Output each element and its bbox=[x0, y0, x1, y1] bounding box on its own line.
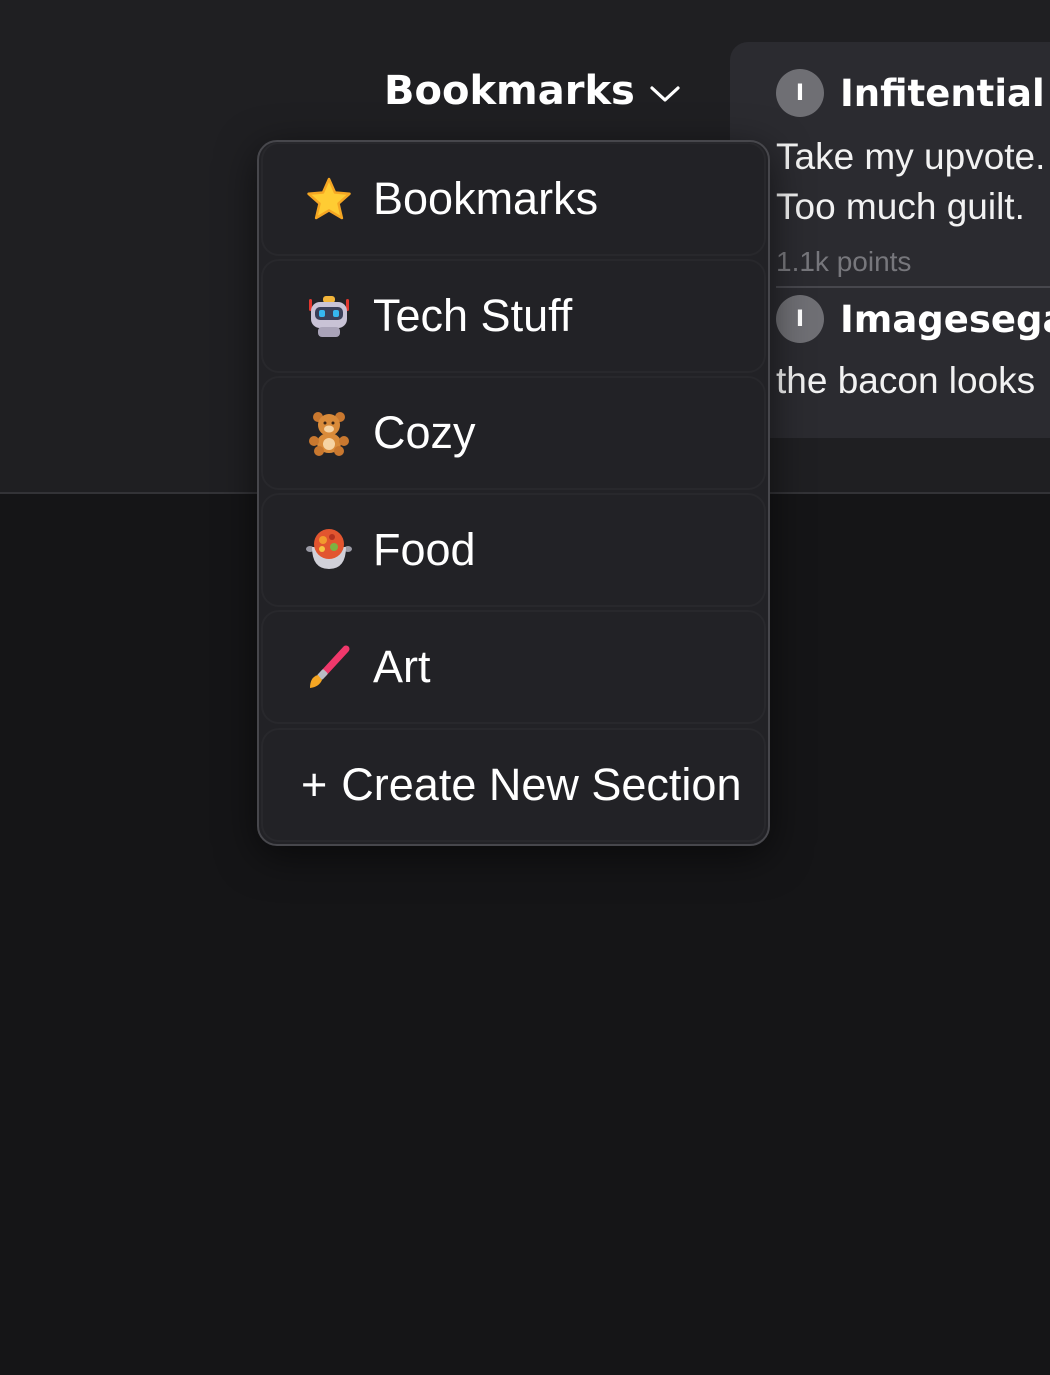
robot-icon bbox=[305, 292, 353, 340]
bookmarks-dropdown-menu: Bookmarks Tech Stuff Cozy Food Art + Cre… bbox=[257, 140, 770, 846]
menu-item-label: Art bbox=[373, 641, 431, 692]
comment-text-line: Too much guilt. bbox=[776, 186, 1025, 227]
chevron-down-icon bbox=[649, 68, 681, 114]
comment-points: 1.1k points bbox=[776, 246, 912, 277]
comments-card: I Infitential Take my upvote. Too much g… bbox=[730, 42, 1050, 438]
comment-text-line: Take my upvote. bbox=[776, 136, 1046, 177]
create-new-section-button[interactable]: + Create New Section bbox=[261, 728, 766, 842]
comment-text: Take my upvote. Too much guilt. bbox=[776, 132, 1050, 232]
comment: I Imagesegarden the bacon looks bbox=[776, 294, 1050, 406]
comment-username[interactable]: Infitential bbox=[840, 72, 1045, 115]
star-icon bbox=[305, 175, 353, 223]
stew-pot-icon bbox=[305, 526, 353, 574]
menu-item-label: Cozy bbox=[373, 407, 476, 458]
plus-icon: + bbox=[301, 759, 328, 810]
teddy-bear-icon bbox=[305, 409, 353, 457]
comment-header: I Infitential bbox=[776, 68, 1050, 118]
menu-item-label: Tech Stuff bbox=[373, 290, 573, 341]
menu-item-cozy[interactable]: Cozy bbox=[261, 376, 766, 490]
section-selector-label: Bookmarks bbox=[384, 68, 635, 114]
menu-item-tech-stuff[interactable]: Tech Stuff bbox=[261, 259, 766, 373]
menu-item-bookmarks[interactable]: Bookmarks bbox=[261, 142, 766, 256]
comment-text: the bacon looks bbox=[776, 356, 1050, 406]
comment: I Infitential Take my upvote. Too much g… bbox=[776, 68, 1050, 278]
menu-item-label: Bookmarks bbox=[373, 173, 599, 224]
create-new-section-label: Create New Section bbox=[341, 759, 742, 810]
paintbrush-icon bbox=[305, 643, 353, 691]
comment-header: I Imagesegarden bbox=[776, 294, 1050, 344]
section-selector-button[interactable]: Bookmarks bbox=[384, 68, 681, 114]
menu-item-art[interactable]: Art bbox=[261, 610, 766, 724]
comment-divider bbox=[776, 286, 1050, 288]
comment-text-line: the bacon looks bbox=[776, 360, 1036, 401]
comment-username[interactable]: Imagesegarden bbox=[840, 298, 1050, 341]
avatar[interactable]: I bbox=[776, 295, 824, 343]
menu-item-label: Food bbox=[373, 524, 476, 575]
avatar[interactable]: I bbox=[776, 69, 824, 117]
menu-item-food[interactable]: Food bbox=[261, 493, 766, 607]
